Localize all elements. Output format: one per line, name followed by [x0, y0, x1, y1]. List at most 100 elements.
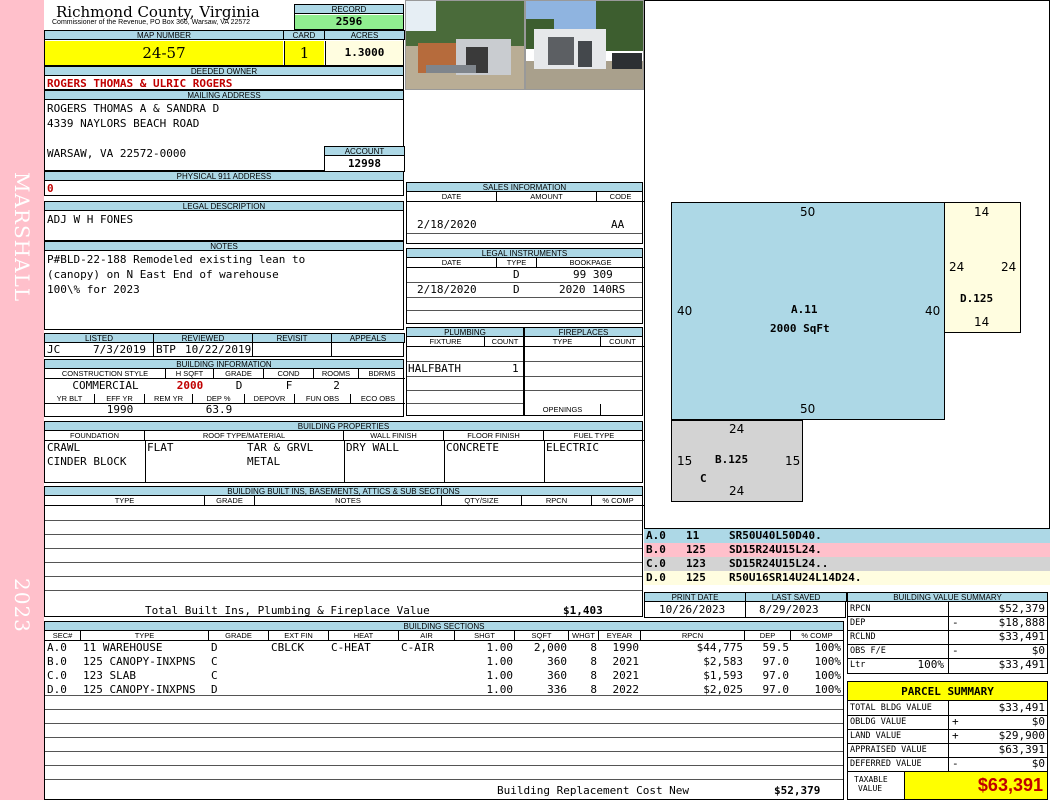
- sales-info-box: SALES INFORMATION DATE AMOUNT CODE 2/18/…: [406, 182, 644, 244]
- section-col-header: SEC#: [45, 631, 81, 641]
- section-cell: 123 SLAB: [83, 669, 136, 682]
- section-cell: CBLCK: [271, 641, 305, 654]
- fuel-type: ELECTRIC: [546, 441, 599, 454]
- record-number: 2596: [295, 15, 403, 29]
- construction-style: COMMERCIAL: [72, 379, 139, 392]
- section-cell: 97.0: [762, 655, 790, 668]
- section-cell: 2021: [612, 655, 640, 668]
- plumbing-box: PLUMBING FIXTURE COUNT HALFBATH 1: [406, 327, 525, 416]
- note-line-2: (canopy) on N East End of warehouse: [47, 268, 279, 281]
- legal-instruments-box: LEGAL INSTRUMENTS DATE TYPE BOOKPAGE D 9…: [406, 248, 644, 324]
- appraised-value: $63,391: [998, 743, 1045, 756]
- note-line-1: P#BLD-22-188 Remodeled existing lean to: [47, 253, 306, 266]
- sale-code: AA: [611, 218, 625, 231]
- section-cell: 125 CANOPY-INXPNS: [83, 655, 196, 668]
- section-col-header: EYEAR: [599, 631, 641, 641]
- effective-year: 1990: [106, 403, 134, 416]
- card-number: 1: [284, 41, 324, 65]
- sketch-c-label: C: [700, 472, 707, 485]
- property-photo-2[interactable]: [525, 0, 644, 90]
- listed-by: JC: [47, 343, 61, 356]
- builtins-box: BUILDING BUILT INS, BASEMENTS, ATTICS & …: [44, 486, 644, 617]
- bvs-obs: $0: [1031, 644, 1045, 657]
- section-col-header: RPCN: [641, 631, 745, 641]
- fireplaces-box: FIREPLACES TYPE COUNT OPENINGS: [524, 327, 644, 416]
- legend-row-d: D.0 125 R50U16SR14U24L14D24.: [644, 571, 1050, 585]
- section-col-header: GRADE: [209, 631, 269, 641]
- mailing-line-1: ROGERS THOMAS A & SANDRA D: [47, 102, 220, 115]
- brcn-value: $52,379: [774, 784, 821, 797]
- building-value-summary: BUILDING VALUE SUMMARY RPCN $52,379 DEP …: [847, 592, 1048, 674]
- sale-date: 2/18/2020: [417, 218, 477, 231]
- section-cell: 8: [590, 669, 597, 682]
- listed-date: 7/3/2019: [93, 343, 146, 356]
- account-box: ACCOUNT 12998: [324, 146, 405, 172]
- section-cell: C.0: [47, 669, 67, 682]
- record-box: RECORD 2596: [294, 4, 404, 30]
- section-cell: 100%: [814, 669, 842, 682]
- bvs-rclnd: $33,491: [998, 630, 1045, 643]
- section-col-header: SQFT: [515, 631, 569, 641]
- physical-address: 0: [47, 182, 54, 195]
- builtins-total-label: Total Built Ins, Plumbing & Fireplace Va…: [145, 604, 430, 617]
- deferred-value: $0: [1031, 757, 1045, 770]
- openings-label: OPENINGS: [525, 404, 601, 415]
- section-col-header: SHGT: [455, 631, 515, 641]
- section-cell: C: [211, 669, 218, 682]
- grade: D: [235, 379, 243, 392]
- section-cell: 97.0: [762, 669, 790, 682]
- physical-address-box: PHYSICAL 911 ADDRESS 0: [44, 171, 404, 196]
- plumbing-count: 1: [512, 362, 519, 375]
- section-cell: C-HEAT: [331, 641, 371, 654]
- reviewed-date: 10/22/2019: [185, 343, 252, 356]
- section-cell: $44,775: [696, 641, 743, 654]
- section-cell: 100%: [814, 641, 842, 654]
- taxable-label: TAXABLE VALUE: [854, 775, 888, 793]
- taxable-value: $63,391: [904, 772, 1047, 799]
- instrument-date-2: 2/18/2020: [417, 283, 477, 296]
- section-cell: C-AIR: [401, 641, 435, 654]
- legend-row-c: C.0 123 SD15R24U15L24..: [644, 557, 1050, 571]
- instrument-book-2: 2020 140RS: [559, 283, 626, 296]
- review-row: LISTED REVIEWED REVISIT APPEALS JC 7/3/2…: [44, 333, 405, 357]
- sketch-legend: A.0 11 SR50U40L50D40. B.0 125 SD15R24U15…: [644, 529, 1050, 587]
- section-cell: 8: [590, 641, 597, 654]
- account-number: 12998: [347, 157, 382, 170]
- obldg-value: $0: [1031, 715, 1045, 728]
- roof-type: FLAT: [147, 441, 174, 454]
- section-cell: 1.00: [486, 641, 514, 654]
- deeded-owner-box: DEEDED OWNER ROGERS THOMAS & ULRIC ROGER…: [44, 66, 404, 90]
- section-cell: 2,000: [533, 641, 567, 654]
- section-cell: D: [211, 641, 218, 654]
- section-col-header: WHGT: [569, 631, 599, 641]
- property-photo-1[interactable]: [405, 0, 525, 90]
- section-cell: 11 WAREHOUSE: [83, 641, 163, 654]
- section-cell: 2021: [612, 669, 640, 682]
- depreciation-pct: 63.9: [205, 403, 233, 416]
- sketch-a-area: 2000 SqFt: [770, 322, 830, 335]
- office-address: Commissioner of the Revenue, PO Box 366,…: [52, 19, 251, 26]
- section-cell: 1.00: [486, 669, 514, 682]
- section-cell: $1,593: [703, 669, 743, 682]
- district-sidebar: MARSHALL 2023: [0, 0, 44, 800]
- district-name: MARSHALL: [10, 172, 34, 303]
- tax-year: 2023: [10, 578, 34, 633]
- sketch-b-label: B.125: [715, 453, 749, 466]
- total-bldg-value: $33,491: [998, 701, 1045, 714]
- section-col-header: EXT FIN: [269, 631, 329, 641]
- section-col-header: AIR: [399, 631, 455, 641]
- section-cell: $2,583: [703, 655, 743, 668]
- legend-row-b: B.0 125 SD15R24U15L24.: [644, 543, 1050, 557]
- deeded-owner: ROGERS THOMAS & ULRIC ROGERS: [47, 77, 233, 90]
- section-col-header: TYPE: [81, 631, 209, 641]
- map-row: MAP NUMBER CARD ACRES 24-57 1 1.3000: [44, 30, 405, 66]
- building-sections-box: BUILDING SECTIONS SEC# TYPE GRADE EXT FIN HE…: [44, 621, 844, 800]
- bvs-dep: $18,888: [998, 616, 1045, 629]
- reviewed-by: BTP: [156, 343, 176, 356]
- print-dates-box: PRINT DATE LAST SAVED 10/26/2023 8/29/20…: [644, 592, 847, 618]
- floor-finish: CONCRETE: [446, 441, 499, 454]
- building-properties-box: BUILDING PROPERTIES FOUNDATION ROOF TYPE…: [44, 421, 644, 483]
- sketch-area[interactable]: 50 50 40 40 A.11 2000 SqFt 14 14 24 24 D…: [644, 0, 1050, 529]
- section-cell: 360: [547, 669, 567, 682]
- wall-finish: DRY WALL: [346, 441, 399, 454]
